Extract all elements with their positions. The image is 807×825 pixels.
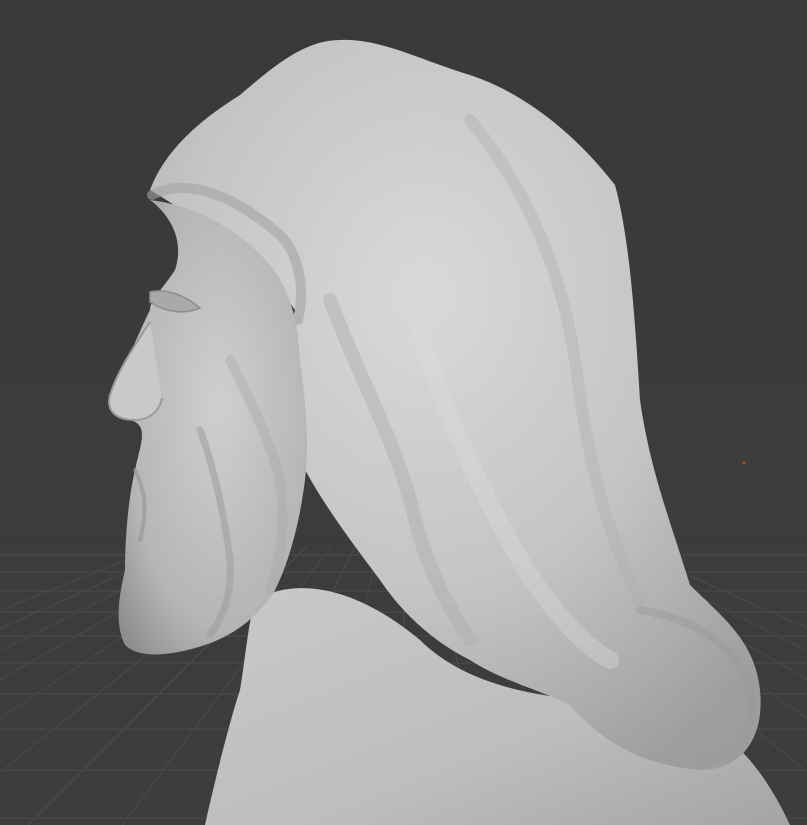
viewport-canvas[interactable] bbox=[0, 0, 807, 825]
3d-cursor-origin-icon[interactable] bbox=[742, 461, 746, 465]
3d-viewport[interactable] bbox=[0, 0, 807, 825]
sculpt-mesh[interactable] bbox=[108, 39, 790, 825]
